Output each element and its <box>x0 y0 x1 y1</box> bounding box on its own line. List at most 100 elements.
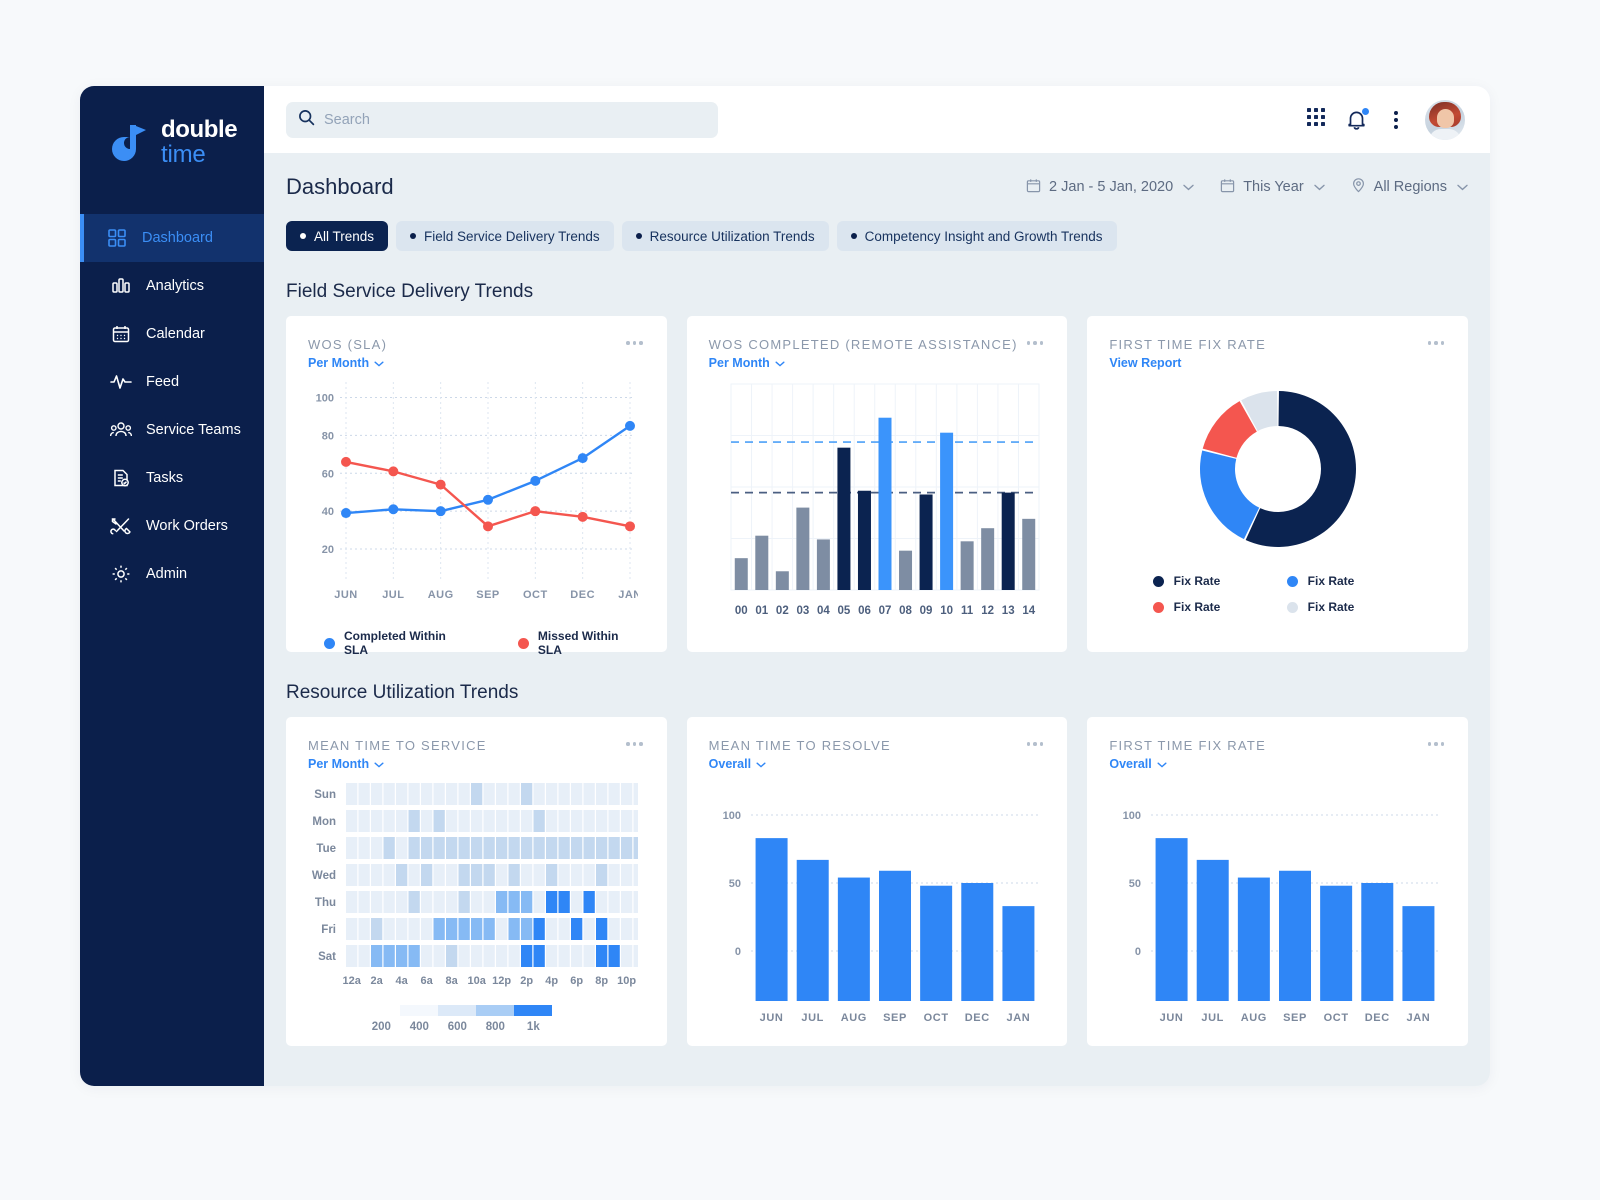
filter-region[interactable]: All Regions <box>1351 177 1468 197</box>
charts-row-2: MEAN TIME TO SERVICE Per Month Sun Mon Tue… <box>286 717 1469 1046</box>
legend-swatch <box>1286 601 1298 613</box>
sidebar-item-service-teams[interactable]: Service Teams <box>80 406 264 454</box>
tab-label: Resource Utilization Trends <box>649 228 815 244</box>
heatmap-legend-swatch <box>476 1005 515 1016</box>
logo-text-secondary: time <box>161 140 206 168</box>
svg-text:0: 0 <box>1135 946 1141 958</box>
calendar-icon <box>1220 178 1235 197</box>
legend-label: Completed Within SLA <box>344 629 446 657</box>
heatmap-legend-tick: 200 <box>371 1021 391 1033</box>
svg-text:20: 20 <box>322 544 334 556</box>
bar-chart-icon <box>110 275 132 297</box>
legend-item: Fix Rate <box>1152 574 1269 588</box>
sidebar-item-tasks[interactable]: Tasks <box>80 454 264 502</box>
svg-text:AUG: AUG <box>840 1012 866 1024</box>
tab-dot-icon <box>635 233 642 239</box>
card-title: WOs COMPLETED (REMOTE ASSISTANCE) <box>708 337 1018 352</box>
card-subtitle-dropdown[interactable]: Overall <box>709 757 766 771</box>
svg-text:DEC: DEC <box>1365 1012 1390 1024</box>
sidebar-item-analytics[interactable]: Analytics <box>80 262 264 310</box>
calendar-icon <box>110 323 132 345</box>
svg-text:6p: 6p <box>570 975 583 987</box>
bell-icon[interactable] <box>1346 107 1369 131</box>
chevron-down-icon <box>1157 757 1167 771</box>
svg-text:100: 100 <box>1123 810 1141 822</box>
card-mean-time-to-resolve: MEAN TIME TO RESOLVE Overall 0 50 100 JUN JU… <box>686 717 1068 1046</box>
sidebar-item-work-orders[interactable]: Work Orders <box>80 502 264 550</box>
svg-text:OCT: OCT <box>923 1012 948 1024</box>
card-more-options-icon[interactable] <box>1426 738 1447 750</box>
app-logo[interactable]: double time <box>80 86 264 198</box>
card-more-options-icon[interactable] <box>1025 738 1046 750</box>
sidebar-item-label: Calendar <box>146 326 205 342</box>
main-area: Dashboard 2 Jan - 5 Jan, 2020 <box>264 86 1490 1086</box>
svg-text:JUL: JUL <box>801 1012 824 1024</box>
svg-text:JAN: JAN <box>1006 1012 1030 1024</box>
gear-icon <box>110 563 132 585</box>
svg-text:JUN: JUN <box>334 589 358 601</box>
card-wos-completed: WOs COMPLETED (REMOTE ASSISTANCE) Per Mo… <box>686 316 1068 652</box>
card-more-options-icon[interactable] <box>1025 337 1046 349</box>
view-report-link[interactable]: View Report <box>1109 356 1181 370</box>
card-title: FIRST TIME FIX RATE <box>1109 337 1266 352</box>
pulse-icon <box>110 371 132 393</box>
svg-text:SEP: SEP <box>883 1012 907 1024</box>
svg-text:14: 14 <box>1022 605 1035 617</box>
card-more-options-icon[interactable] <box>1426 337 1447 349</box>
chevron-down-icon <box>756 757 766 771</box>
location-pin-icon <box>1351 177 1366 197</box>
people-icon <box>110 419 132 441</box>
tab-competency-insight-and-growth-trends[interactable]: Competency Insight and Growth Trends <box>836 221 1117 251</box>
filter-date-range[interactable]: 2 Jan - 5 Jan, 2020 <box>1026 178 1194 197</box>
svg-text:100: 100 <box>316 392 334 404</box>
legend-item: Completed Within SLA <box>324 629 472 657</box>
svg-text:6a: 6a <box>421 975 434 987</box>
card-subtitle-label: Per Month <box>308 356 370 370</box>
svg-text:12: 12 <box>981 605 994 617</box>
svg-text:Tue: Tue <box>316 843 336 855</box>
tab-all-trends[interactable]: All Trends <box>286 221 389 251</box>
svg-text:03: 03 <box>796 605 809 617</box>
card-subtitle-dropdown[interactable]: Per Month <box>308 757 384 771</box>
legend-swatch <box>1152 601 1164 613</box>
sidebar-item-dashboard[interactable]: Dashboard <box>80 214 264 262</box>
page-title: Dashboard <box>286 174 394 199</box>
kebab-menu-icon[interactable] <box>1388 108 1404 132</box>
card-subtitle-label: Per Month <box>708 356 770 370</box>
app-window: double time Dashboard Analytics Calendar… <box>80 86 1490 1086</box>
notification-badge <box>1362 107 1369 115</box>
heatmap-legend-tick: 1k <box>526 1021 540 1033</box>
search-box[interactable] <box>286 101 718 138</box>
dashboard-content: Dashboard 2 Jan - 5 Jan, 2020 This Year … <box>264 153 1490 1086</box>
sidebar-item-feed[interactable]: Feed <box>80 358 264 406</box>
card-more-options-icon[interactable] <box>624 337 645 349</box>
heatmap-legend-tick: 800 <box>485 1021 505 1033</box>
card-subtitle-dropdown[interactable]: Overall <box>1109 757 1167 771</box>
grid-icon <box>106 227 128 249</box>
svg-text:12a: 12a <box>342 975 361 987</box>
svg-text:4p: 4p <box>545 975 558 987</box>
sidebar-item-calendar[interactable]: Calendar <box>80 310 264 358</box>
svg-text:40: 40 <box>322 506 334 518</box>
avatar[interactable] <box>1425 99 1465 140</box>
sidebar-item-admin[interactable]: Admin <box>80 550 264 598</box>
tab-resource-utilization-trends[interactable]: Resource Utilization Trends <box>621 221 829 251</box>
card-wos-sla: WOS (SLA) Per Month 20 40 60 80 100 JUN JUL AUG… <box>286 316 667 657</box>
svg-text:Sat: Sat <box>318 951 336 963</box>
sidebar-item-label: Dashboard <box>142 230 213 246</box>
card-subtitle-dropdown[interactable]: Per Month <box>308 356 384 370</box>
svg-text:06: 06 <box>858 605 871 617</box>
card-more-options-icon[interactable] <box>624 738 645 750</box>
card-subtitle-dropdown[interactable]: Per Month <box>709 356 785 370</box>
search-input[interactable] <box>324 111 706 128</box>
svg-text:07: 07 <box>878 605 891 617</box>
svg-text:00: 00 <box>735 605 748 617</box>
apps-grid-icon[interactable] <box>1307 108 1325 131</box>
svg-text:10p: 10p <box>617 975 636 987</box>
filter-period[interactable]: This Year <box>1220 178 1325 197</box>
card-subtitle-label: Overall <box>708 757 752 771</box>
legend-swatch <box>1286 575 1298 587</box>
svg-text:01: 01 <box>755 605 768 617</box>
tab-field-service-delivery-trends[interactable]: Field Service Delivery Trends <box>396 221 614 251</box>
heatmap-legend-swatches <box>400 1005 553 1016</box>
